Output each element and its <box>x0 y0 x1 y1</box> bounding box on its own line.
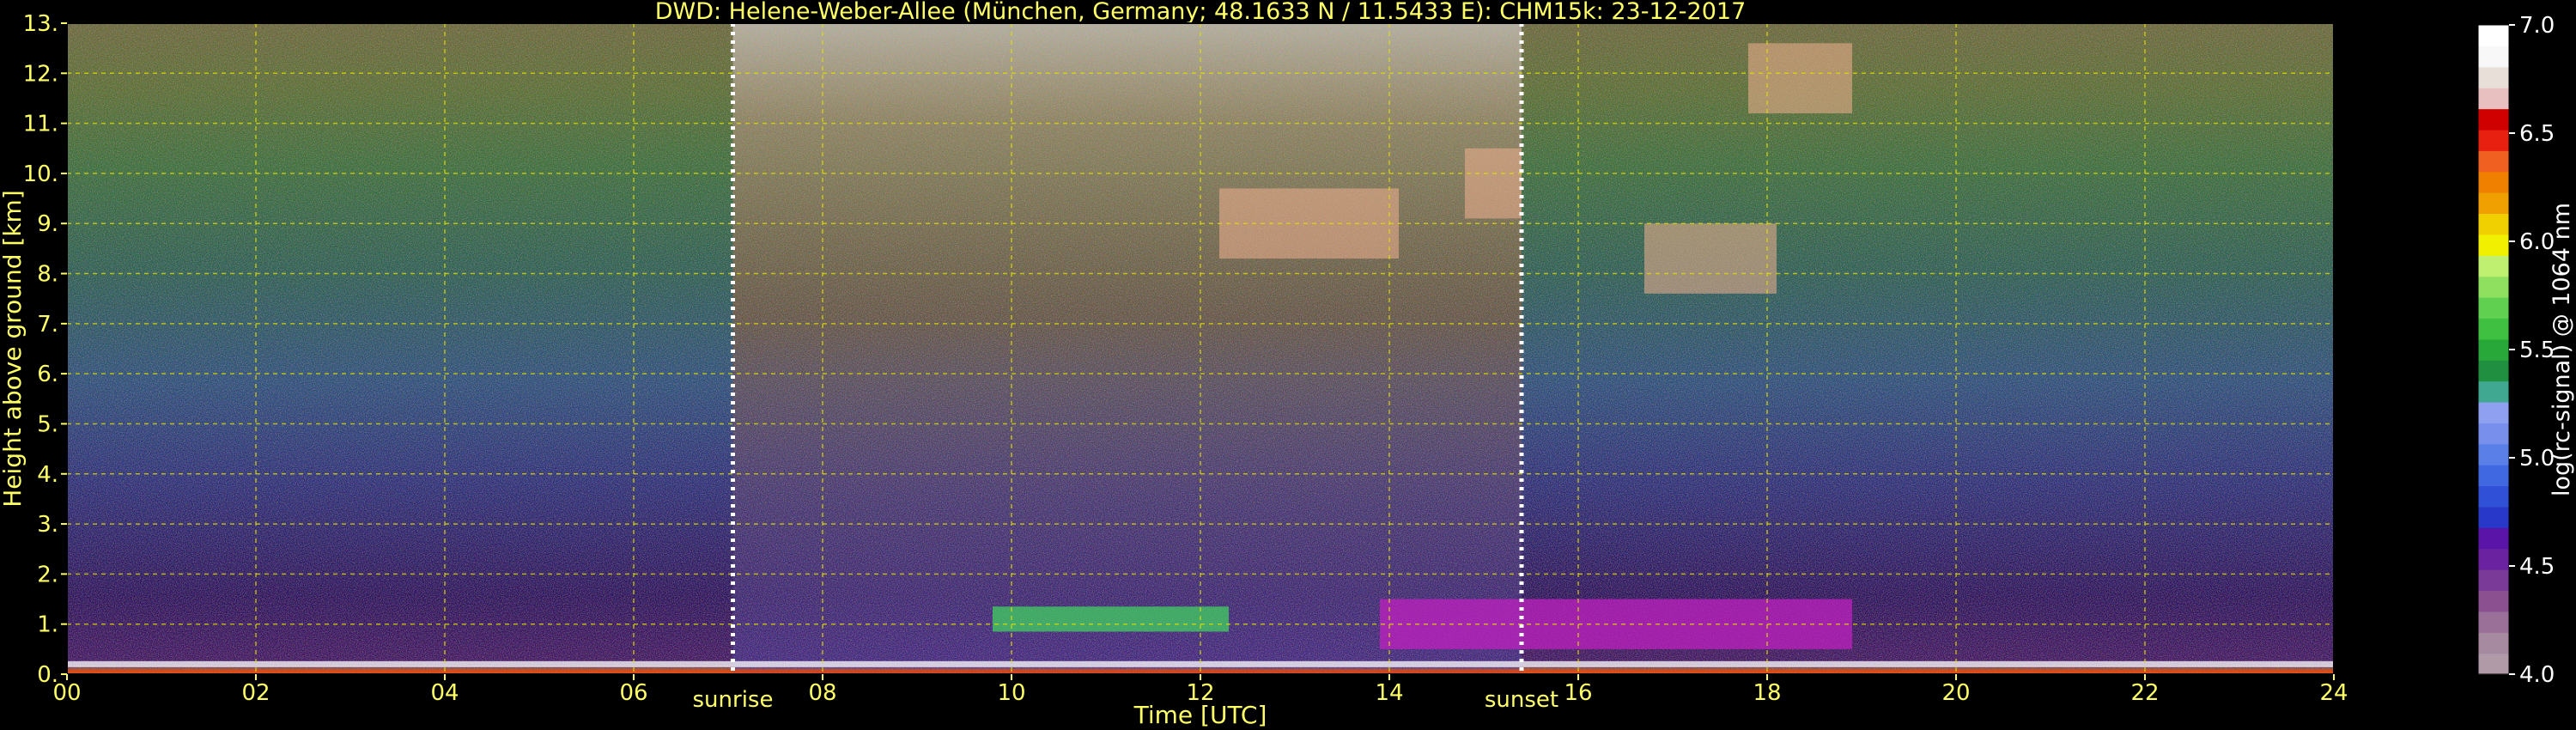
colorbar-segment <box>2478 318 2509 340</box>
x-axis-label: Time [UTC] <box>1133 701 1267 729</box>
x-tick-label: 24 <box>2319 680 2348 706</box>
colorbar-segment <box>2478 569 2509 592</box>
y-tick-label: 4. <box>37 462 58 488</box>
colorbar-segment <box>2478 234 2509 256</box>
colorbar-segment <box>2478 443 2509 465</box>
y-tick-label: 2. <box>37 562 58 587</box>
y-tick-label: 3. <box>37 512 58 538</box>
title-group: DWD: Helene-Weber-Allee (München, German… <box>655 0 1747 25</box>
y-tick-label: 10. <box>23 161 58 187</box>
colorbar-segment <box>2478 66 2509 88</box>
plot-area <box>67 23 2334 674</box>
x-tick-label: 06 <box>619 680 647 706</box>
y-tick-label: 9. <box>37 211 58 237</box>
colorbar-segment <box>2478 423 2509 445</box>
x-tick-label: 20 <box>1941 680 1970 706</box>
y-axis-ticks: 0. 1. 2. 3. 4. 5. 6. 7. 8. 9. 10. 11. 12. 13. <box>23 11 67 688</box>
colorbar-segment <box>2478 485 2509 508</box>
colorbar-segment <box>2478 380 2509 403</box>
colorbar-tick-label: 6.5 <box>2519 121 2555 147</box>
colorbar-segment <box>2478 465 2509 487</box>
x-tick-label: 18 <box>1753 680 1781 706</box>
ceilometer-chart: DWD: Helene-Weber-Allee (München, German… <box>0 0 2575 729</box>
colorbar: 4.04.55.05.56.06.57.0 <box>2477 13 2555 688</box>
colorbar-segment <box>2478 506 2509 528</box>
colorbar-segment <box>2478 653 2509 675</box>
colorbar-segment <box>2478 548 2509 570</box>
x-tick-label: 10 <box>997 680 1025 706</box>
event-label-sunrise: sunrise <box>693 687 774 713</box>
y-tick-label: 5. <box>37 411 58 437</box>
colorbar-segment <box>2478 401 2509 423</box>
y-tick-label: 1. <box>37 612 58 638</box>
colorbar-tick-label: 4.5 <box>2519 554 2555 580</box>
colorbar-segment <box>2478 25 2509 46</box>
feature-aerosol-layer <box>993 606 1229 632</box>
colorbar-segment <box>2478 213 2509 235</box>
x-tick-label: 22 <box>2130 680 2159 706</box>
y-tick-label: 6. <box>37 362 58 387</box>
y-tick-label: 8. <box>37 262 58 288</box>
y-tick-label: 0. <box>37 662 58 688</box>
colorbar-segment <box>2478 255 2509 277</box>
colorbar-segment <box>2478 527 2509 550</box>
feature-cirrus <box>1748 43 1852 113</box>
x-tick-label: 02 <box>241 680 270 706</box>
colorbar-segment <box>2478 611 2509 633</box>
colorbar-segment <box>2478 150 2509 173</box>
colorbar-segment <box>2478 129 2509 151</box>
x-tick-label: 14 <box>1375 680 1403 706</box>
colorbar-segment <box>2478 360 2509 382</box>
colorbar-tick-label: 4.0 <box>2519 662 2555 688</box>
colorbar-segment <box>2478 297 2509 319</box>
colorbar-segment <box>2478 171 2509 193</box>
x-tick-label: 04 <box>430 680 459 706</box>
colorbar-segment <box>2478 590 2509 612</box>
feature-cirrus <box>1465 148 1522 219</box>
colorbar-segment <box>2478 108 2509 131</box>
colorbar-tick-label: 7.0 <box>2519 13 2555 39</box>
chart-title: DWD: Helene-Weber-Allee (München, German… <box>655 0 1747 25</box>
colorbar-segment <box>2478 46 2509 68</box>
colorbar-segment <box>2478 88 2509 110</box>
x-tick-label: 16 <box>1564 680 1592 706</box>
colorbar-segment <box>2478 276 2509 298</box>
colorbar-segment <box>2478 192 2509 215</box>
colorbar-segment <box>2478 338 2509 361</box>
x-tick-label: 08 <box>808 680 836 706</box>
event-label-sunset: sunset <box>1485 687 1558 713</box>
colorbar-segment <box>2478 632 2509 654</box>
colorbar-label: log(rc-signal) @ 1064 nm <box>2549 203 2575 496</box>
y-axis-label: Height above ground [km] <box>0 190 27 508</box>
y-tick-label: 11. <box>23 112 58 137</box>
y-tick-label: 12. <box>23 61 58 87</box>
y-tick-label: 13. <box>23 11 58 37</box>
feature-cirrus <box>1644 223 1777 294</box>
y-tick-label: 7. <box>37 312 58 338</box>
